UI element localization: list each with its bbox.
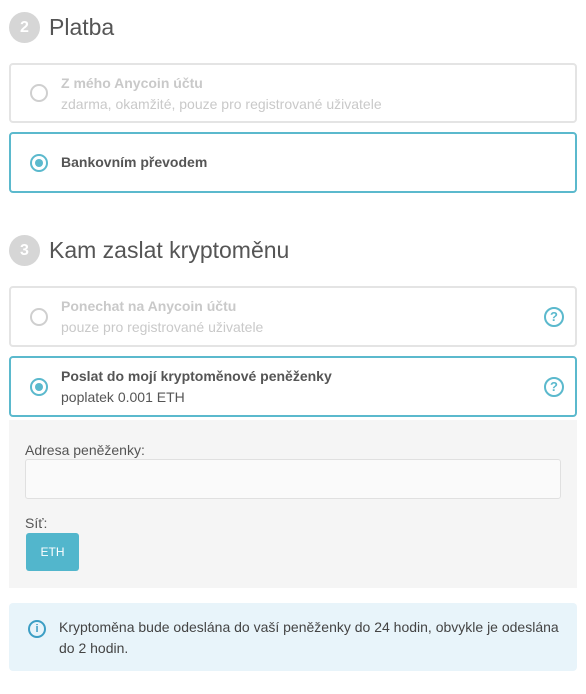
radio-button[interactable] — [30, 84, 48, 102]
section-title: Kam zaslat kryptoměnu — [49, 237, 290, 263]
payment-option-anycoin-account[interactable]: Z mého Anycoin účtu zdarma, okamžité, po… — [9, 63, 577, 123]
option-subtitle: zdarma, okamžité, pouze pro registrované… — [61, 96, 382, 112]
radio-button[interactable] — [30, 307, 48, 326]
step-number-badge: 3 — [9, 235, 40, 266]
option-title: Poslat do mojí kryptoměnové peněženky — [61, 368, 332, 384]
wallet-address-input[interactable] — [25, 459, 561, 499]
info-message: i Kryptoměna bude odeslána do vaší peněž… — [9, 603, 577, 671]
network-label: Síť: — [25, 515, 48, 531]
option-subtitle: pouze pro registrované uživatele — [61, 319, 264, 335]
delivery-option-keep-on-account[interactable]: Ponechat na Anycoin účtu pouze pro regis… — [9, 286, 577, 347]
help-icon[interactable]: ? — [544, 306, 564, 327]
option-title: Z mého Anycoin účtu — [61, 75, 203, 91]
radio-button-selected[interactable] — [30, 153, 48, 172]
step-number-badge: 2 — [9, 12, 40, 43]
payment-option-bank-transfer[interactable]: Bankovním převodem — [9, 132, 577, 193]
help-icon[interactable]: ? — [544, 376, 564, 397]
delivery-option-send-to-wallet[interactable]: Poslat do mojí kryptoměnové peněženky po… — [9, 356, 577, 417]
info-text: Kryptoměna bude odeslána do vaší peněžen… — [59, 619, 559, 656]
wallet-address-label: Adresa peněženky: — [25, 442, 145, 458]
section-header-payment: 2 Platba — [9, 12, 114, 43]
option-title: Ponechat na Anycoin účtu — [61, 298, 237, 314]
wallet-details-panel: Adresa peněženky: Síť: ETH — [9, 420, 577, 588]
radio-button-selected[interactable] — [30, 377, 48, 396]
info-icon: i — [28, 620, 46, 638]
option-subtitle: poplatek 0.001 ETH — [61, 389, 185, 405]
network-eth-button[interactable]: ETH — [26, 533, 79, 571]
section-title: Platba — [49, 14, 115, 40]
option-title: Bankovním převodem — [61, 154, 208, 170]
section-header-delivery: 3 Kam zaslat kryptoměnu — [9, 235, 289, 266]
